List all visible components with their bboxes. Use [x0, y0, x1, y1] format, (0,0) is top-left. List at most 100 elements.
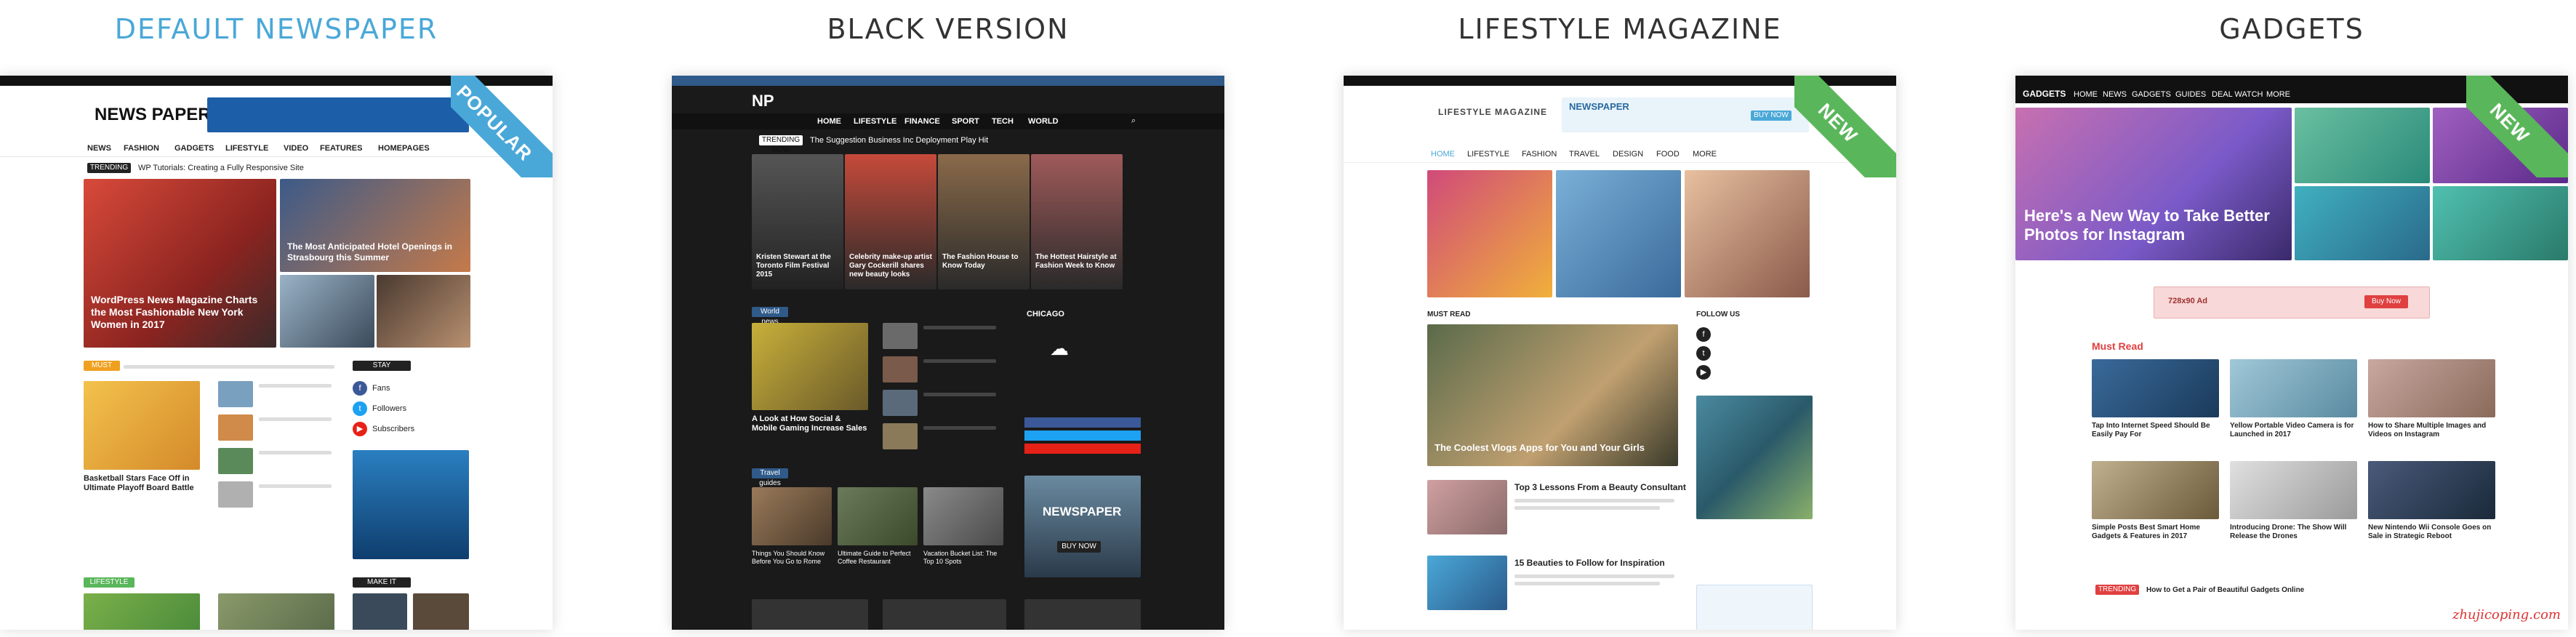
nav-item[interactable]: MORE — [2266, 90, 2290, 100]
demo-screenshot[interactable]: NP HOME LIFESTYLE FINANCE SPORT TECH WOR… — [672, 76, 1224, 630]
post-title[interactable]: Top 3 Lessons From a Beauty Consultant — [1514, 483, 1686, 492]
post-image[interactable] — [1427, 480, 1507, 534]
grid-image[interactable] — [2368, 461, 2495, 519]
nav-item[interactable]: HOMEPAGES — [378, 144, 430, 153]
ad-button[interactable]: Buy Now — [2364, 295, 2408, 308]
article-image[interactable] — [84, 381, 200, 470]
hero-image-small[interactable] — [377, 275, 470, 348]
nav-item[interactable]: WORLD — [1028, 117, 1059, 127]
feature-image[interactable] — [1685, 170, 1810, 297]
nav-item[interactable]: TRAVEL — [1569, 150, 1600, 159]
nav-item[interactable]: HOME — [1431, 150, 1455, 159]
thumb-image[interactable] — [883, 390, 918, 416]
thumb-image[interactable] — [353, 593, 407, 630]
promo-box[interactable] — [1024, 476, 1141, 577]
twitter-icon[interactable]: t — [1696, 346, 1711, 361]
ticker-text[interactable]: The Suggestion Business Inc Deployment P… — [810, 136, 988, 145]
thumb-image[interactable] — [883, 423, 918, 449]
demo-screenshot[interactable]: LIFESTYLE MAGAZINE NEWSPAPER BUY NOW HOM… — [1344, 76, 1896, 630]
demo-lifestyle-magazine[interactable]: LIFESTYLE MAGAZINE LIFESTYLE MAGAZINE NE… — [1344, 0, 1896, 637]
thumb-image[interactable] — [218, 448, 253, 474]
hero-headline-right[interactable]: The Most Anticipated Hotel Openings in S… — [287, 241, 462, 263]
main-feature-title[interactable]: The Coolest Vlogs Apps for You and Your … — [1435, 443, 1645, 452]
nav-item[interactable]: LIFESTYLE — [225, 144, 268, 153]
nav-item[interactable]: MORE — [1693, 150, 1717, 159]
sidebar-ad[interactable] — [353, 450, 469, 559]
travel-image[interactable] — [923, 487, 1003, 545]
grid-title[interactable]: Tap Into Internet Speed Should Be Easily… — [2092, 422, 2219, 439]
card-title[interactable]: Celebrity make-up artist Gary Cockerill … — [849, 253, 934, 279]
nav-item[interactable]: VIDEO — [284, 144, 308, 153]
ticker-text[interactable]: How to Get a Pair of Beautiful Gadgets O… — [2146, 585, 2304, 595]
social-bar-youtube[interactable] — [1024, 444, 1141, 454]
grid-title[interactable]: Introducing Drone: The Show Will Release… — [2230, 524, 2357, 541]
card-title[interactable]: Kristen Stewart at the Toronto Film Fest… — [756, 253, 840, 279]
grid-title[interactable]: Simple Posts Best Smart Home Gadgets & F… — [2092, 524, 2219, 541]
thumb-image[interactable] — [883, 323, 918, 349]
demo-screenshot[interactable]: GADGETS HOME NEWS GADGETS GUIDES DEAL WA… — [2015, 76, 2568, 630]
nav-item[interactable]: SPORT — [952, 117, 979, 127]
demo-title[interactable]: LIFESTYLE MAGAZINE — [1344, 13, 1896, 45]
nav-item[interactable]: HOME — [817, 117, 841, 127]
nav-item[interactable]: FINANCE — [904, 117, 940, 127]
travel-image[interactable] — [752, 487, 832, 545]
grid-image[interactable] — [2092, 461, 2219, 519]
grid-image[interactable] — [2368, 359, 2495, 417]
grid-image[interactable] — [2295, 108, 2430, 183]
nav-item[interactable]: GADGETS — [174, 144, 214, 153]
nav-item[interactable]: LIFESTYLE — [854, 117, 896, 127]
nav-item[interactable]: FEATURES — [320, 144, 362, 153]
grid-title[interactable]: How to Share Multiple Images and Videos … — [2368, 422, 2495, 439]
feature-image[interactable] — [1427, 170, 1552, 297]
demo-default-newspaper[interactable]: DEFAULT NEWSPAPER NEWS PAPER NEWS FASHIO… — [0, 0, 553, 637]
instagram-grid[interactable] — [1696, 396, 1813, 519]
hero-image-small[interactable] — [280, 275, 374, 348]
nav-item[interactable]: DESIGN — [1613, 150, 1643, 159]
grid-image[interactable] — [2092, 359, 2219, 417]
twitter-icon[interactable]: t — [353, 401, 367, 416]
article-title[interactable]: Basketball Stars Face Off in Ultimate Pl… — [84, 474, 200, 493]
search-icon[interactable]: ⌕ — [1131, 116, 1136, 126]
grid-image[interactable] — [2230, 359, 2357, 417]
banner-button[interactable]: BUY NOW — [1751, 111, 1791, 121]
grid-image[interactable] — [2295, 186, 2430, 260]
card-title[interactable]: The Fashion House to Know Today — [942, 253, 1027, 271]
post-image[interactable] — [1427, 556, 1507, 610]
facebook-icon[interactable]: f — [353, 381, 367, 396]
thumb-image[interactable] — [218, 481, 253, 508]
demo-title[interactable]: GADGETS — [2015, 13, 2568, 45]
demo-gadgets[interactable]: GADGETS GADGETS HOME NEWS GADGETS GUIDES… — [2015, 0, 2568, 637]
nav-item[interactable]: LIFESTYLE — [1467, 150, 1509, 159]
thumb-image[interactable] — [218, 381, 253, 407]
promo-button[interactable]: BUY NOW — [1057, 541, 1101, 553]
article-image[interactable] — [218, 593, 334, 630]
grid-image[interactable] — [2230, 461, 2357, 519]
grid-title[interactable]: Yellow Portable Video Camera is for Laun… — [2230, 422, 2357, 439]
sidebar-ad[interactable] — [1696, 585, 1813, 630]
travel-image[interactable] — [838, 487, 918, 545]
nav-item[interactable]: FOOD — [1656, 150, 1680, 159]
demo-title[interactable]: BLACK VERSION — [672, 13, 1224, 45]
youtube-icon[interactable]: ▶ — [1696, 365, 1711, 380]
thumb-image[interactable] — [218, 414, 253, 441]
demo-title[interactable]: DEFAULT NEWSPAPER — [0, 13, 553, 45]
thumb-image[interactable] — [883, 356, 918, 382]
youtube-icon[interactable]: ▶ — [353, 422, 367, 436]
nav-item[interactable]: DEAL WATCH — [2212, 90, 2263, 100]
nav-item[interactable]: NEWS — [2103, 90, 2127, 100]
nav-item[interactable]: TECH — [992, 117, 1014, 127]
nav-item[interactable]: FASHION — [124, 144, 159, 153]
grid-image[interactable] — [2433, 186, 2568, 260]
nav-item[interactable]: GUIDES — [2175, 90, 2206, 100]
hero-headline-main[interactable]: WordPress News Magazine Charts the Most … — [91, 294, 265, 331]
thumb-image[interactable] — [413, 593, 469, 630]
demo-black-version[interactable]: BLACK VERSION NP HOME LIFESTYLE FINANCE … — [672, 0, 1224, 637]
social-bar-facebook[interactable] — [1024, 417, 1141, 428]
post-title[interactable]: 15 Beauties to Follow for Inspiration — [1514, 558, 1665, 568]
travel-title[interactable]: Vacation Bucket List: The Top 10 Spots — [923, 550, 1003, 566]
ticker-text[interactable]: WP Tutorials: Creating a Fully Responsiv… — [138, 164, 304, 173]
social-bar-twitter[interactable] — [1024, 430, 1141, 441]
demo-screenshot[interactable]: NEWS PAPER NEWS FASHION GADGETS LIFESTYL… — [0, 76, 553, 630]
card-title[interactable]: The Hottest Hairstyle at Fashion Week to… — [1035, 253, 1120, 271]
nav-item[interactable]: GADGETS — [2132, 90, 2171, 100]
